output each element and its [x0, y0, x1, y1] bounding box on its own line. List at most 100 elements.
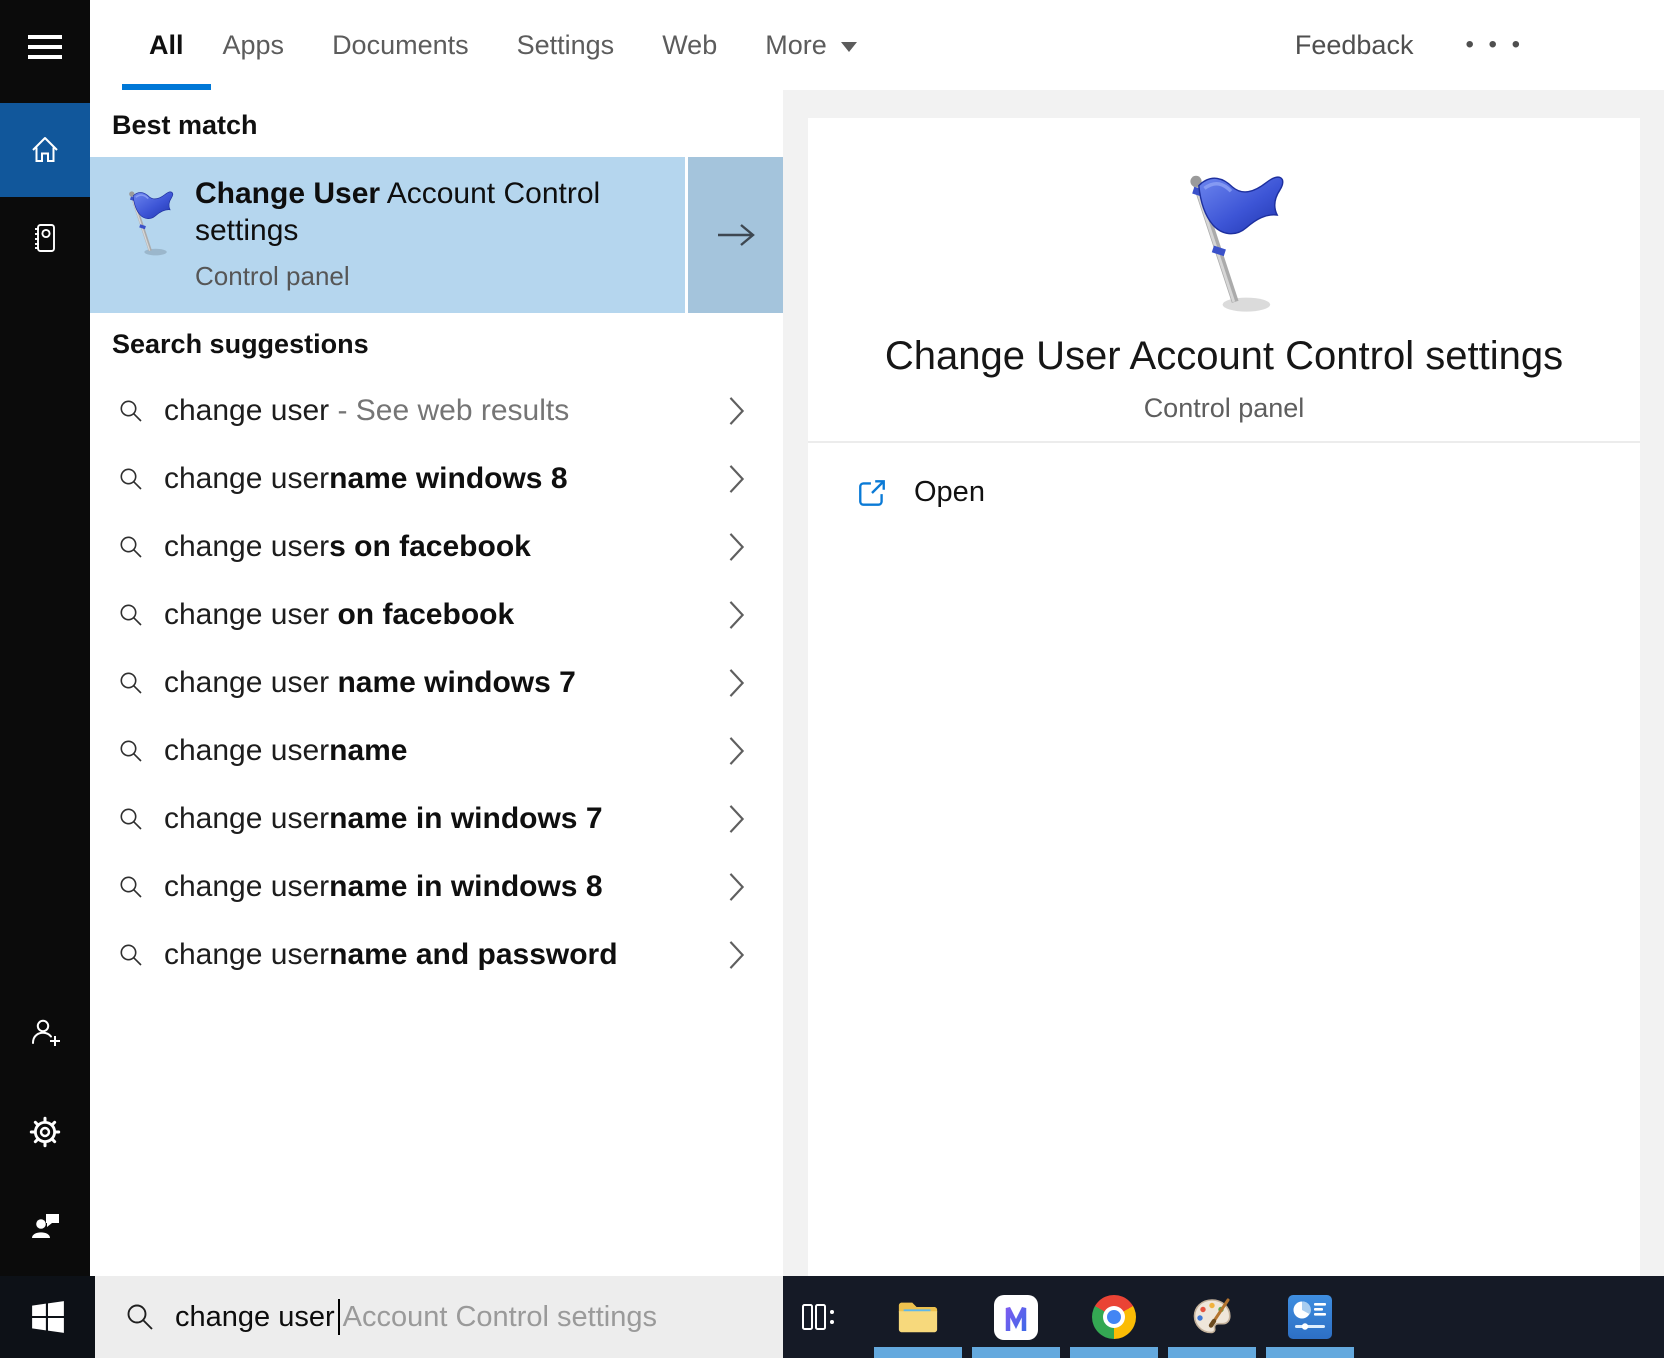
search-suggestions-header: Search suggestions: [112, 329, 369, 360]
windows-search-flyout: All Apps Documents Settings Web More Fee…: [0, 0, 1664, 1358]
open-external-icon: [856, 477, 888, 509]
suggestion-list: change user - See web results change use…: [90, 377, 783, 989]
paint-button[interactable]: [1190, 1295, 1234, 1339]
preview-header: Change User Account Control settings Con…: [808, 118, 1640, 424]
search-icon: [118, 398, 144, 424]
sidebar-item-journal[interactable]: [0, 214, 90, 262]
more-caret-icon: [841, 42, 857, 52]
tab-apps[interactable]: Apps: [223, 0, 285, 90]
flag-icon: [112, 185, 178, 261]
search-icon: [118, 942, 144, 968]
top-tab-bar: All Apps Documents Settings Web More Fee…: [90, 0, 1664, 90]
suggestion-text: change user name windows 7: [164, 666, 576, 700]
suggestion-row[interactable]: change username windows 8: [90, 445, 783, 513]
tab-more[interactable]: More: [765, 0, 857, 90]
open-action[interactable]: Open: [856, 476, 985, 509]
suggestion-text: change user - See web results: [164, 394, 569, 428]
hamburger-icon[interactable]: [0, 26, 90, 68]
running-app-indicator: [1168, 1347, 1256, 1358]
running-app-indicator: [1070, 1347, 1158, 1358]
chevron-right-icon[interactable]: [728, 668, 746, 698]
user-feedback-icon: [28, 1210, 62, 1244]
best-match-header: Best match: [112, 110, 258, 141]
best-match-subtitle: Control panel: [195, 261, 655, 292]
suggestion-text: change user on facebook: [164, 598, 514, 632]
start-button[interactable]: [0, 1276, 95, 1358]
suggestion-text: change username and password: [164, 938, 618, 972]
suggestion-row[interactable]: change username in windows 8: [90, 853, 783, 921]
tab-settings[interactable]: Settings: [517, 0, 615, 90]
taskbar-search-input[interactable]: change user Account Control settings: [95, 1276, 783, 1358]
suggestion-row[interactable]: change users on facebook: [90, 513, 783, 581]
suggestion-text: change username in windows 8: [164, 870, 603, 904]
chevron-right-icon[interactable]: [728, 804, 746, 834]
chevron-right-icon[interactable]: [728, 736, 746, 766]
preview-region: Change User Account Control settings Con…: [783, 90, 1664, 1276]
suggestion-row[interactable]: change username in windows 7: [90, 785, 783, 853]
tab-web[interactable]: Web: [662, 0, 717, 90]
sidebar-item-user-account[interactable]: [0, 1203, 90, 1251]
chevron-right-icon[interactable]: [728, 396, 746, 426]
paint-palette-icon: [1190, 1295, 1234, 1339]
taskbar-icons: [783, 1276, 1664, 1358]
task-view-icon: [800, 1300, 840, 1334]
windows-logo-icon: [30, 1299, 66, 1335]
feedback-button[interactable]: Feedback: [1295, 30, 1414, 61]
best-match-expand-button[interactable]: [688, 157, 783, 313]
system-monitor-button[interactable]: [1288, 1295, 1332, 1339]
search-icon: [118, 466, 144, 492]
suggestion-row[interactable]: change user - See web results: [90, 377, 783, 445]
best-match-text: Change User Account Control settings Con…: [195, 175, 655, 292]
flag-icon: [1154, 163, 1294, 323]
chrome-button[interactable]: [1092, 1295, 1136, 1339]
sidebar-item-home[interactable]: [0, 103, 90, 197]
suggestion-row[interactable]: change username and password: [90, 921, 783, 989]
task-view-button[interactable]: [798, 1295, 842, 1339]
chevron-right-icon[interactable]: [728, 940, 746, 970]
tab-apps-label: Apps: [223, 30, 285, 61]
running-app-indicator: [1266, 1347, 1354, 1358]
search-icon: [118, 602, 144, 628]
overflow-menu-button[interactable]: • • •: [1465, 31, 1524, 59]
tab-more-label: More: [765, 30, 827, 61]
topbar-right-group: Feedback • • •: [1295, 0, 1524, 90]
add-user-icon: [28, 1015, 62, 1049]
journal-icon: [28, 221, 62, 255]
file-explorer-button[interactable]: [896, 1295, 940, 1339]
tab-all[interactable]: All: [122, 0, 211, 90]
search-icon: [118, 670, 144, 696]
preview-subtitle: Control panel: [808, 393, 1640, 424]
preview-divider: [808, 441, 1640, 443]
m-app-icon: [994, 1295, 1038, 1340]
search-icon: [125, 1302, 155, 1332]
flyout-sidebar: [0, 0, 90, 1276]
arrow-right-icon: [716, 222, 756, 248]
suggestion-text: change username: [164, 734, 408, 768]
suggestion-row[interactable]: change user name windows 7: [90, 649, 783, 717]
taskbar: change user Account Control settings: [0, 1276, 1664, 1358]
running-app-indicator: [972, 1347, 1060, 1358]
sidebar-item-add-user[interactable]: [0, 1008, 90, 1056]
chrome-icon: [1092, 1295, 1136, 1339]
chevron-right-icon[interactable]: [728, 464, 746, 494]
tab-documents[interactable]: Documents: [332, 0, 469, 90]
best-match-result[interactable]: Change User Account Control settings Con…: [90, 157, 783, 313]
tab-web-label: Web: [662, 30, 717, 61]
suggestion-row[interactable]: change username: [90, 717, 783, 785]
suggestion-text: change users on facebook: [164, 530, 531, 564]
best-match-main[interactable]: Change User Account Control settings Con…: [90, 157, 685, 313]
best-match-title: Change User Account Control settings: [195, 175, 655, 249]
suggestion-row[interactable]: change user on facebook: [90, 581, 783, 649]
chevron-right-icon[interactable]: [728, 532, 746, 562]
search-icon: [118, 806, 144, 832]
suggestion-text: change username windows 8: [164, 462, 568, 496]
open-label: Open: [914, 476, 985, 509]
m-app-button[interactable]: [994, 1295, 1038, 1339]
chevron-right-icon[interactable]: [728, 600, 746, 630]
system-monitor-icon: [1288, 1295, 1332, 1339]
text-cursor: [338, 1299, 340, 1335]
chevron-right-icon[interactable]: [728, 872, 746, 902]
sidebar-item-settings[interactable]: [0, 1108, 90, 1156]
suggestion-text: change username in windows 7: [164, 802, 603, 836]
search-results-panel: Best match Change User Account Control s…: [90, 90, 783, 1276]
